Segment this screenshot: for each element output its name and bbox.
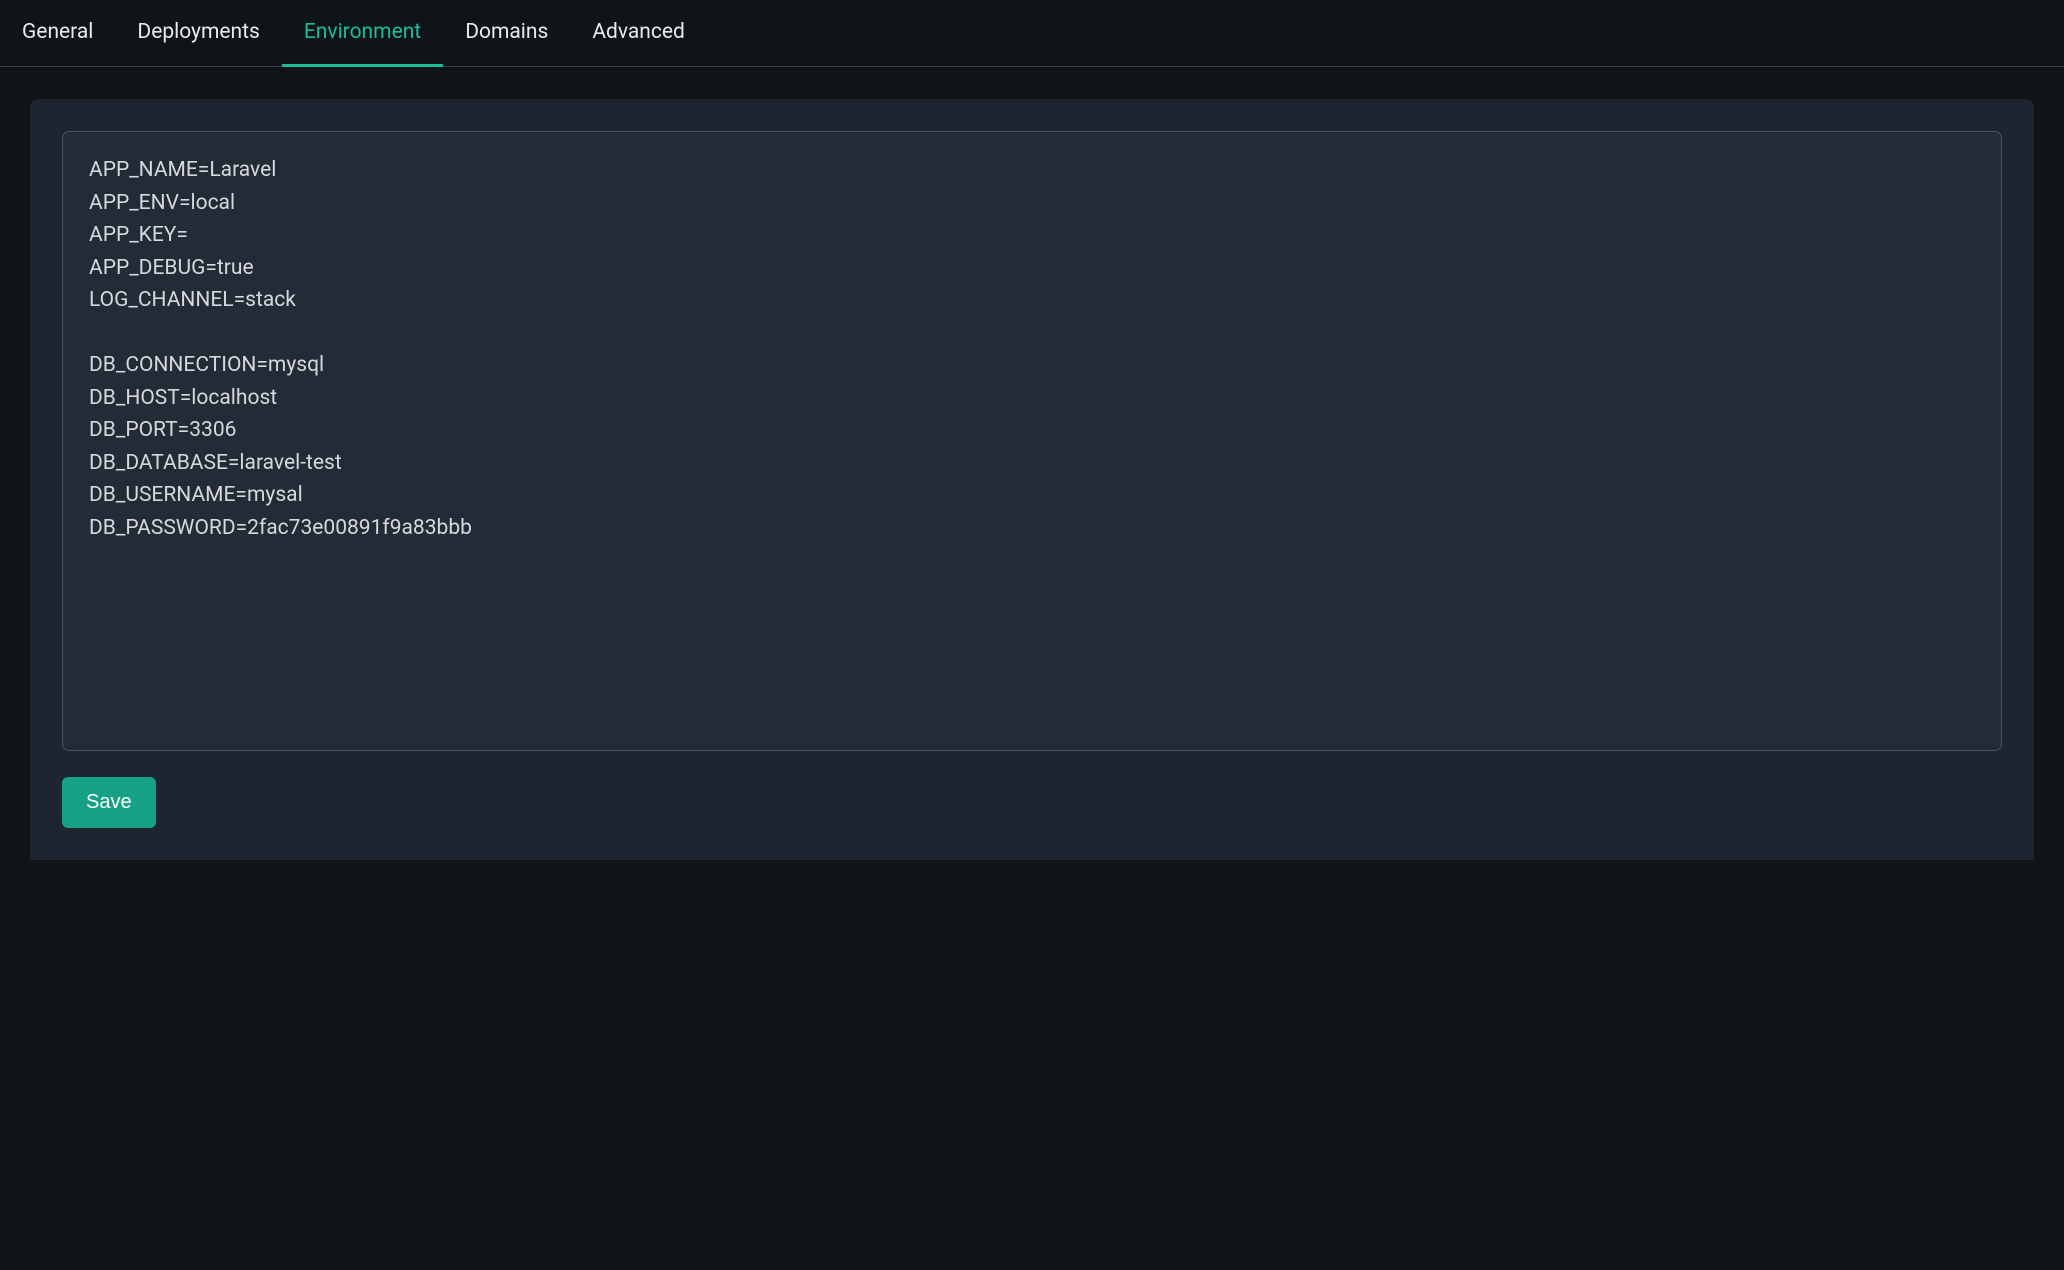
tab-domains[interactable]: Domains: [443, 0, 570, 67]
tab-bar: General Deployments Environment Domains …: [0, 0, 2064, 67]
tab-environment[interactable]: Environment: [282, 0, 443, 67]
save-button[interactable]: Save: [62, 777, 156, 828]
tab-deployments[interactable]: Deployments: [115, 0, 281, 67]
tab-advanced[interactable]: Advanced: [570, 0, 707, 67]
tab-general[interactable]: General: [22, 0, 115, 67]
content-area: Save: [0, 67, 2064, 890]
environment-variables-input[interactable]: [62, 131, 2002, 751]
environment-panel: Save: [30, 99, 2034, 860]
